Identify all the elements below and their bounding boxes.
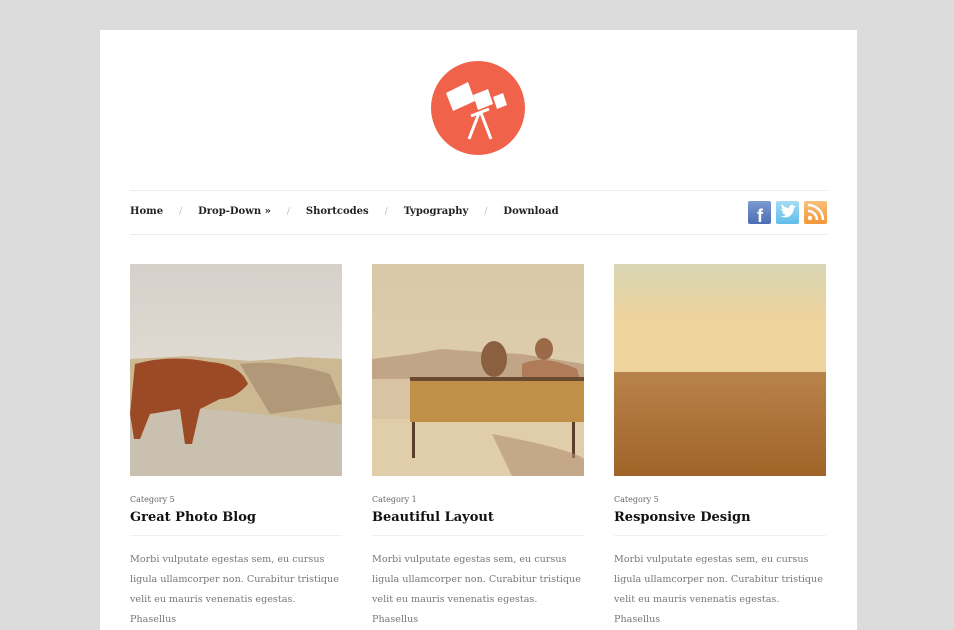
main-nav: Home / Drop-Down » / Shortcodes / Typogr… [130,190,827,235]
post-image-couple-on-bench[interactable] [372,264,584,476]
telescope-icon [446,82,507,140]
svg-text:f: f [757,206,764,224]
divider [614,535,826,536]
post-title[interactable]: Great Photo Blog [130,510,342,525]
post-excerpt: Morbi vulputate egestas sem, eu cursus l… [130,554,339,625]
post-image-wheat-field[interactable] [614,264,826,476]
divider [372,535,584,536]
twitter-icon[interactable] [776,201,799,224]
post-category[interactable]: Category 1 [372,495,584,504]
nav-typography[interactable]: Typography [404,206,469,217]
nav-separator: / [384,206,388,217]
post-category[interactable]: Category 5 [614,495,826,504]
post-image-highland-cow[interactable] [130,264,342,476]
post-card: Category 5 Great Photo Blog Morbi vulput… [130,264,342,630]
post-excerpt: Morbi vulputate egestas sem, eu cursus l… [614,554,823,625]
nav-dropdown[interactable]: Drop-Down » [198,206,271,217]
nav-separator: / [286,206,290,217]
post-excerpt: Morbi vulputate egestas sem, eu cursus l… [372,554,581,625]
page: Home / Drop-Down » / Shortcodes / Typogr… [100,30,857,630]
nav-shortcodes[interactable]: Shortcodes [306,206,369,217]
nav-download[interactable]: Download [503,206,558,217]
facebook-icon[interactable]: f [748,201,771,226]
post-card: Category 1 Beautiful Layout Morbi vulput… [372,264,584,630]
divider [130,535,342,536]
nav-separator: / [484,206,488,217]
post-title[interactable]: Responsive Design [614,510,826,525]
post-category[interactable]: Category 5 [130,495,342,504]
logo[interactable] [431,61,525,155]
post-card: Category 5 Responsive Design Morbi vulpu… [614,264,826,630]
post-grid: Category 5 Great Photo Blog Morbi vulput… [130,264,826,630]
post-title[interactable]: Beautiful Layout [372,510,584,525]
rss-icon[interactable] [804,201,827,224]
nav-home[interactable]: Home [130,206,163,217]
nav-separator: / [179,206,183,217]
